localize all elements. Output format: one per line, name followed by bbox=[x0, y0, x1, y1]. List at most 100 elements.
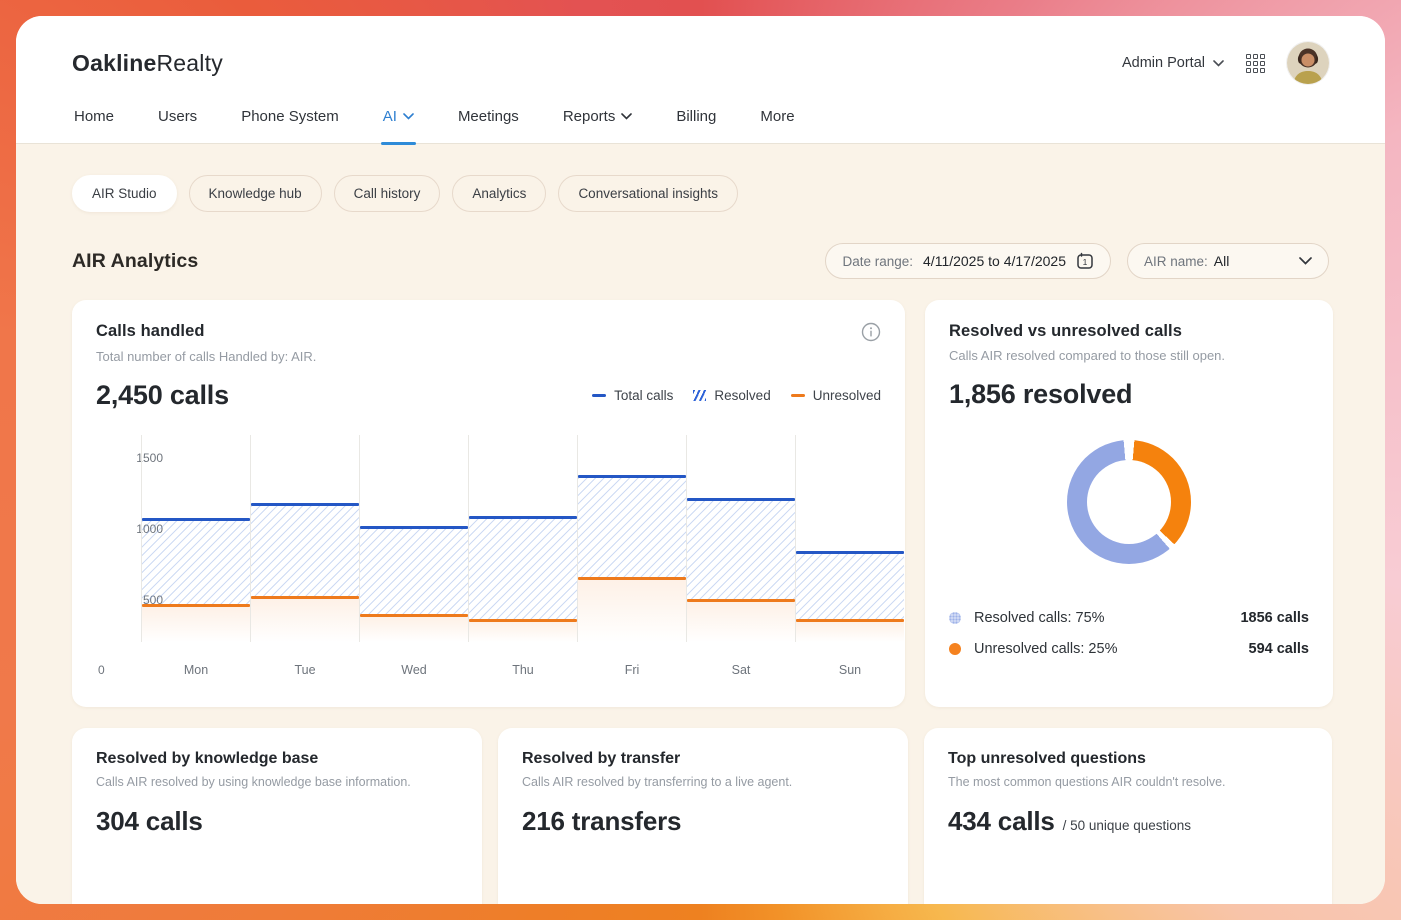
day-column-thu: Thu bbox=[469, 435, 577, 642]
date-range-picker[interactable]: Date range: 4/11/2025 to 4/17/2025 1 bbox=[825, 243, 1111, 279]
info-icon[interactable] bbox=[861, 322, 881, 342]
legend-unresolved-calls: Unresolved calls: 25% 594 calls bbox=[949, 641, 1309, 657]
total-calls-line bbox=[142, 518, 250, 521]
resolved-swatch bbox=[693, 390, 706, 401]
x-axis-label: Thu bbox=[469, 663, 577, 677]
tuq-title: Top unresolved questions bbox=[948, 750, 1308, 768]
filters: Date range: 4/11/2025 to 4/17/2025 1 AIR… bbox=[825, 243, 1329, 279]
unresolved-band bbox=[360, 617, 468, 642]
plot-area: MonTueWedThuFriSatSun bbox=[141, 435, 904, 685]
legend-label: Resolved bbox=[714, 388, 770, 403]
subnav-pills: AIR Studio Knowledge hub Call history An… bbox=[72, 175, 1329, 212]
brand-logo: OaklineRealty bbox=[72, 50, 223, 77]
unresolved-line bbox=[142, 604, 250, 607]
donut-legend: Resolved calls: 75% 1856 calls Unresolve… bbox=[949, 610, 1309, 657]
calls-handled-value: 2,450 calls bbox=[96, 380, 229, 411]
svg-text:1: 1 bbox=[1083, 257, 1088, 267]
x-axis-label: Sun bbox=[796, 663, 904, 677]
pill-label: AIR Studio bbox=[92, 186, 157, 201]
day-column-sun: Sun bbox=[796, 435, 904, 642]
legend-label: Unresolved bbox=[813, 388, 881, 403]
legend-resolved: Resolved bbox=[693, 388, 770, 403]
day-column-fri: Fri bbox=[578, 435, 686, 642]
unresolved-band bbox=[796, 622, 904, 642]
resolved-band bbox=[142, 521, 250, 604]
pill-knowledge-hub[interactable]: Knowledge hub bbox=[189, 175, 322, 212]
nav-label: AI bbox=[383, 108, 397, 125]
pill-label: Knowledge hub bbox=[209, 186, 302, 201]
y-axis-tick-zero: 0 bbox=[98, 663, 105, 677]
date-range-label: Date range: bbox=[842, 254, 913, 269]
total-calls-line bbox=[360, 526, 468, 529]
legend-label: Unresolved calls: 25% bbox=[974, 641, 1117, 657]
gradient-frame: OaklineRealty Admin Portal bbox=[0, 0, 1401, 920]
nav-item-home[interactable]: Home bbox=[72, 98, 116, 143]
admin-portal-dropdown[interactable]: Admin Portal bbox=[1122, 55, 1224, 71]
nav-item-ai[interactable]: AI bbox=[381, 98, 416, 143]
brand-bold: Oakline bbox=[72, 50, 157, 76]
transfer-card: Resolved by transfer Calls AIR resolved … bbox=[498, 728, 908, 904]
nav-item-reports[interactable]: Reports bbox=[561, 98, 635, 143]
unresolved-line bbox=[469, 619, 577, 622]
pill-label: Call history bbox=[354, 186, 421, 201]
nav-item-meetings[interactable]: Meetings bbox=[456, 98, 521, 143]
resolved-band bbox=[251, 506, 359, 596]
kb-title: Resolved by knowledge base bbox=[96, 750, 458, 768]
nav-item-users[interactable]: Users bbox=[156, 98, 199, 143]
unresolved-line bbox=[687, 599, 795, 602]
cards-row-bottom: Resolved by knowledge base Calls AIR res… bbox=[72, 728, 1329, 904]
pill-label: Conversational insights bbox=[578, 186, 718, 201]
transfer-title: Resolved by transfer bbox=[522, 750, 884, 768]
date-range-value: 4/11/2025 to 4/17/2025 bbox=[923, 253, 1066, 269]
unresolved-line bbox=[578, 577, 686, 580]
legend-total-calls: Total calls bbox=[592, 388, 673, 403]
apps-grid-icon[interactable] bbox=[1246, 54, 1265, 73]
knowledge-base-card: Resolved by knowledge base Calls AIR res… bbox=[72, 728, 482, 904]
avatar[interactable] bbox=[1287, 42, 1329, 84]
page-title: AIR Analytics bbox=[72, 250, 198, 273]
nav-item-billing[interactable]: Billing bbox=[674, 98, 718, 143]
tuq-suffix: / 50 unique questions bbox=[1063, 818, 1191, 833]
kb-value: 304 calls bbox=[96, 806, 203, 837]
pill-analytics[interactable]: Analytics bbox=[452, 175, 546, 212]
nav-label: More bbox=[760, 108, 794, 125]
nav-label: Reports bbox=[563, 108, 616, 125]
resolved-band bbox=[469, 519, 577, 619]
pill-air-studio[interactable]: AIR Studio bbox=[72, 175, 177, 212]
unresolved-line bbox=[796, 619, 904, 622]
total-calls-line bbox=[251, 503, 359, 506]
pill-conversational-insights[interactable]: Conversational insights bbox=[558, 175, 738, 212]
day-column-mon: Mon bbox=[142, 435, 250, 642]
pill-call-history[interactable]: Call history bbox=[334, 175, 441, 212]
unresolved-band bbox=[578, 580, 686, 642]
calendar-icon: 1 bbox=[1076, 252, 1094, 270]
air-name-select[interactable]: AIR name: All bbox=[1127, 243, 1329, 279]
unresolved-band bbox=[687, 602, 795, 642]
resolved-band bbox=[578, 478, 686, 577]
unresolved-dot bbox=[949, 643, 961, 655]
cards-row-top: Calls handled Total number of calls Hand… bbox=[72, 300, 1329, 707]
tuq-subtitle: The most common questions AIR couldn't r… bbox=[948, 775, 1308, 789]
transfer-value: 216 transfers bbox=[522, 806, 681, 837]
day-column-wed: Wed bbox=[360, 435, 468, 642]
chevron-down-icon bbox=[1299, 257, 1312, 265]
resolved-band bbox=[360, 529, 468, 614]
legend-value: 594 calls bbox=[1249, 641, 1309, 657]
rvu-subtitle: Calls AIR resolved compared to those sti… bbox=[949, 348, 1309, 363]
rvu-value: 1,856 resolved bbox=[949, 379, 1309, 410]
nav-label: Billing bbox=[676, 108, 716, 125]
x-axis-label: Wed bbox=[360, 663, 468, 677]
active-tab-underline bbox=[381, 142, 416, 145]
chevron-down-icon bbox=[403, 113, 414, 120]
nav-item-more[interactable]: More bbox=[758, 98, 796, 143]
page-head: AIR Analytics Date range: 4/11/2025 to 4… bbox=[72, 243, 1329, 279]
top-unresolved-card: Top unresolved questions The most common… bbox=[924, 728, 1332, 904]
nav-label: Phone System bbox=[241, 108, 339, 125]
admin-portal-label: Admin Portal bbox=[1122, 55, 1205, 71]
x-axis-label: Fri bbox=[578, 663, 686, 677]
nav-item-phone-system[interactable]: Phone System bbox=[239, 98, 341, 143]
unresolved-band bbox=[251, 599, 359, 642]
calls-handled-subtitle: Total number of calls Handled by: AIR. bbox=[96, 349, 881, 364]
resolved-vs-unresolved-card: Resolved vs unresolved calls Calls AIR r… bbox=[925, 300, 1333, 707]
chevron-down-icon bbox=[621, 113, 632, 120]
